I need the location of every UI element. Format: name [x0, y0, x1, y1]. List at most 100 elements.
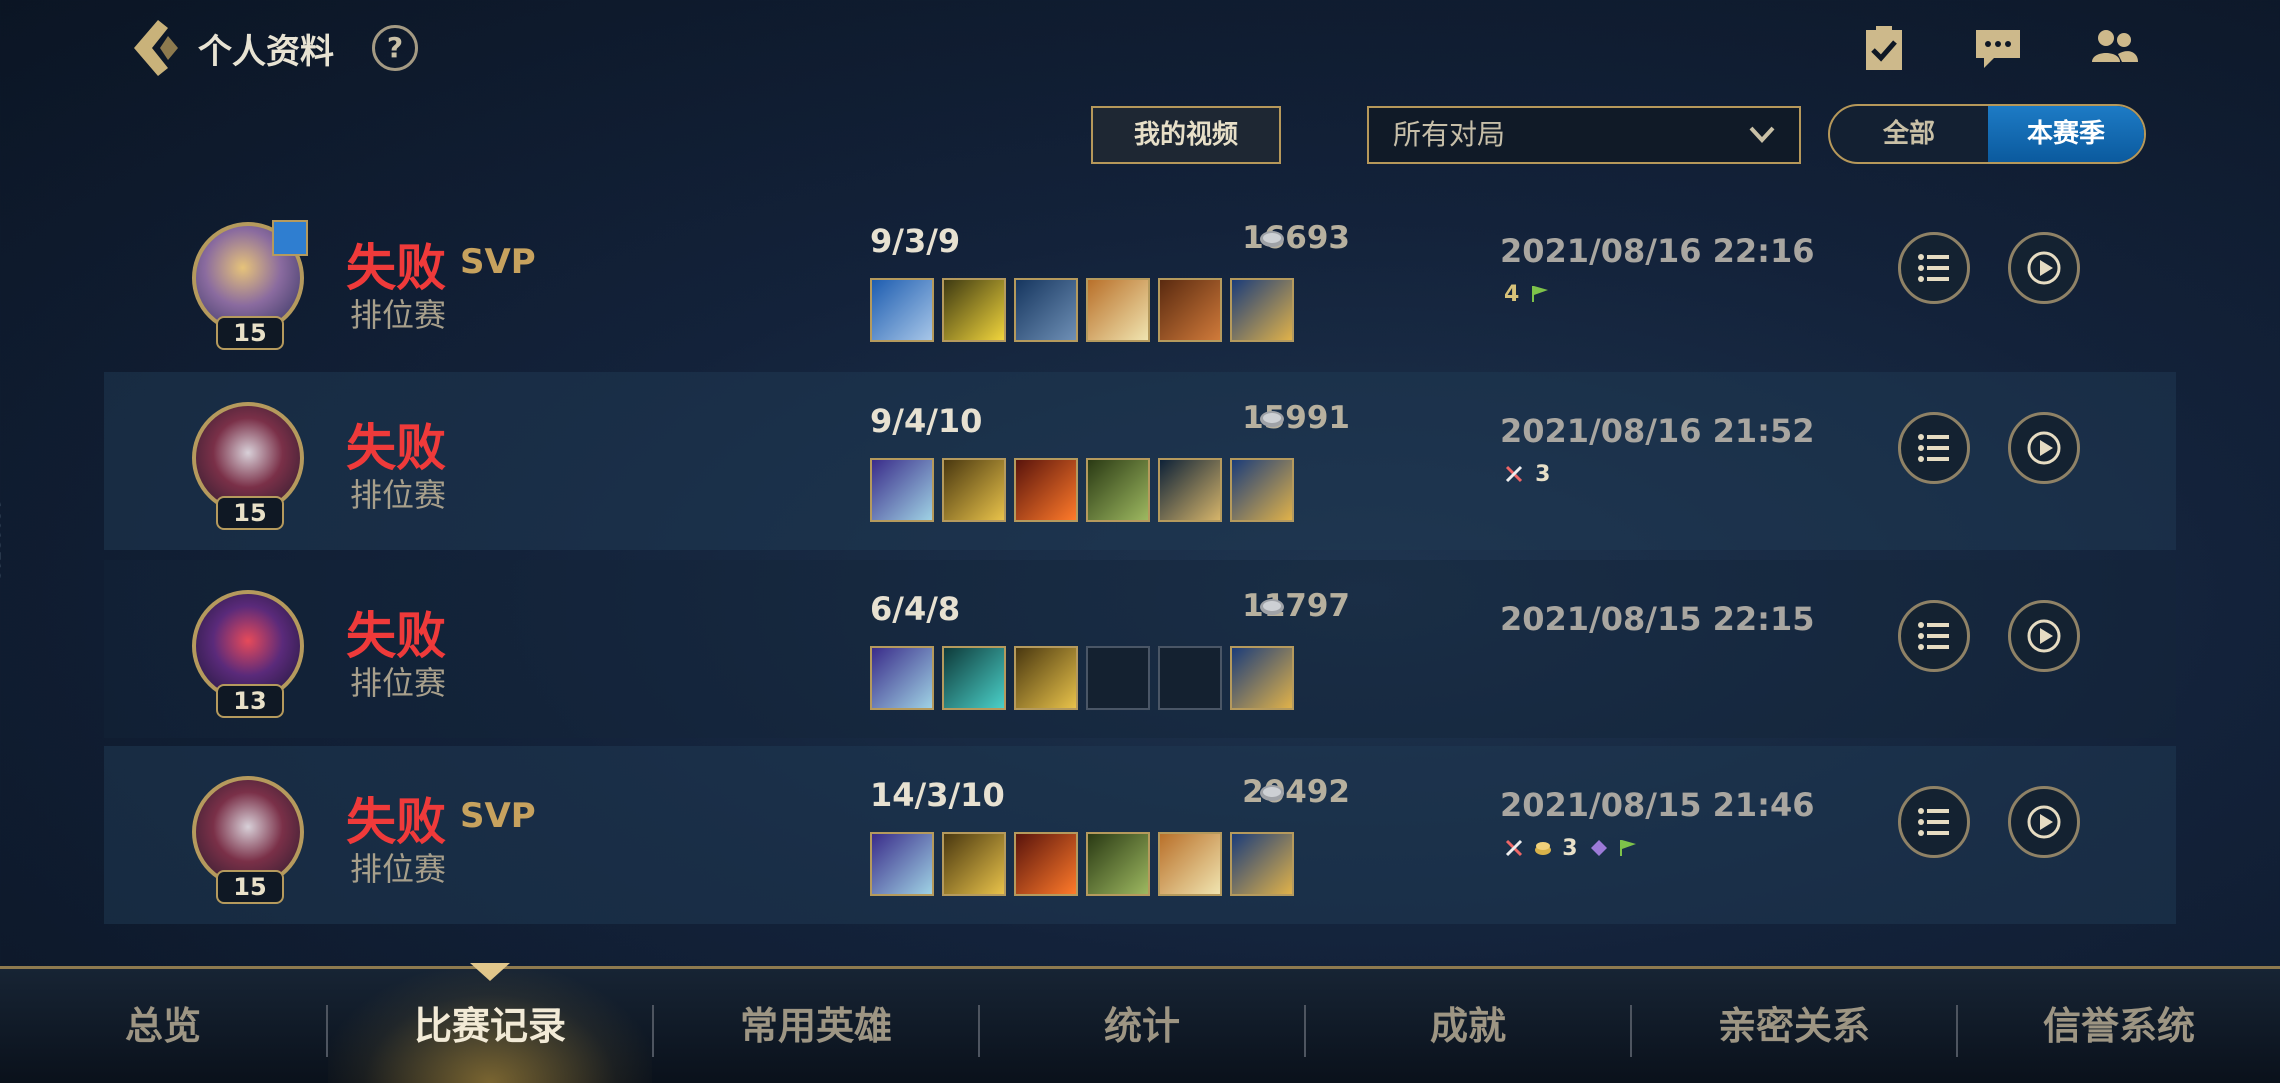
item-icon — [1230, 832, 1294, 896]
match-date: 2021/08/15 22:15 — [1500, 600, 1815, 638]
friends-icon[interactable] — [2088, 24, 2140, 72]
tab-match-history[interactable]: 比赛记录 — [328, 969, 652, 1083]
item-icon — [870, 832, 934, 896]
match-mode: 排位赛 — [350, 664, 447, 702]
svp-badge: SVP — [460, 796, 536, 836]
match-replay-button[interactable] — [2008, 412, 2080, 484]
match-detail-button[interactable] — [1898, 600, 1970, 672]
replay-icon — [2027, 251, 2061, 285]
match-filter-value: 所有对局 — [1393, 118, 1506, 151]
hero-level: 13 — [216, 684, 284, 718]
tab-credit-system[interactable]: 信誉系统 — [1958, 969, 2280, 1083]
match-row[interactable]: 15 失败 SVP 排位赛 14/3/10 20492 2021/08/15 2… — [104, 746, 2176, 924]
hero-level: 15 — [216, 316, 284, 350]
gold-medal-icon — [1535, 842, 1552, 855]
hero-level: 15 — [216, 870, 284, 904]
match-replay-button[interactable] — [2008, 232, 2080, 304]
flag-medal-icon — [1619, 840, 1636, 856]
match-replay-button[interactable] — [2008, 600, 2080, 672]
item-icon — [1158, 832, 1222, 896]
top-bar: 个人资料 ? 我的视频 所有对局 全部 本赛季 — [0, 0, 2280, 164]
toggle-all[interactable]: 全部 — [1830, 106, 1988, 162]
chevron-down-icon — [1749, 126, 1775, 143]
item-icon — [942, 458, 1006, 522]
gold-coin-icon — [1260, 231, 1284, 247]
kda: 14/3/10 — [870, 776, 1005, 814]
match-date: 2021/08/16 21:52 — [1500, 412, 1815, 450]
bottom-tabbar: 总览 比赛记录 常用英雄 统计 成就 亲密关系 信誉系统 — [0, 963, 2280, 1083]
item-icon — [942, 832, 1006, 896]
tab-intimacy[interactable]: 亲密关系 — [1632, 969, 1956, 1083]
match-detail-button[interactable] — [1898, 232, 1970, 304]
item-icon — [1230, 278, 1294, 342]
gold-coin-icon — [1260, 411, 1284, 427]
match-mode: 排位赛 — [350, 850, 447, 888]
kda: 9/4/10 — [870, 402, 983, 440]
crossed-swords-medal-icon — [1505, 839, 1523, 857]
match-row[interactable]: 15 失败 排位赛 9/4/10 15991 2021/08/16 21:52 … — [104, 372, 2176, 550]
tab-stats[interactable]: 统计 — [980, 969, 1304, 1083]
medals: 3 — [1504, 462, 1551, 487]
my-videos-button[interactable]: 我的视频 — [1091, 106, 1281, 164]
item-icon — [870, 278, 934, 342]
medals: 3 — [1504, 836, 1638, 861]
item-icon — [1158, 458, 1222, 522]
replay-icon — [2027, 619, 2061, 653]
item-icon — [1086, 832, 1150, 896]
item-icon — [1158, 278, 1222, 342]
side-id-text: 16013712 — [0, 500, 4, 582]
medal-count: 3 — [1535, 462, 1551, 487]
list-detail-icon — [1918, 622, 1949, 650]
match-date: 2021/08/16 22:16 — [1500, 232, 1815, 270]
item-icon — [1086, 278, 1150, 342]
match-detail-button[interactable] — [1898, 412, 1970, 484]
medals: 4 — [1504, 282, 1550, 307]
gold-coin-icon — [1260, 785, 1284, 801]
list-detail-icon — [1918, 254, 1949, 282]
list-detail-icon — [1918, 808, 1949, 836]
page-title: 个人资料 — [198, 32, 334, 72]
crossed-swords-medal-icon — [1505, 465, 1523, 483]
svp-badge: SVP — [460, 242, 536, 282]
match-mode: 排位赛 — [350, 476, 447, 514]
match-detail-button[interactable] — [1898, 786, 1970, 858]
empty-item-slot — [1086, 646, 1150, 710]
help-icon[interactable]: ? — [372, 25, 418, 71]
medal-count: 4 — [1504, 282, 1520, 307]
item-icon — [1014, 832, 1078, 896]
flag-medal-icon — [1532, 286, 1549, 302]
item-icon — [1230, 646, 1294, 710]
item-icon — [1014, 646, 1078, 710]
gold-coin-icon — [1260, 599, 1284, 615]
match-row[interactable]: 15 失败 SVP 排位赛 9/3/9 16693 2021/08/16 22:… — [104, 192, 2176, 370]
match-row[interactable]: 13 失败 排位赛 6/4/8 11797 2021/08/15 22:15 — [104, 560, 2176, 738]
item-icon — [870, 646, 934, 710]
item-icon — [1014, 278, 1078, 342]
match-filter-select[interactable]: 所有对局 — [1367, 106, 1801, 164]
back-arrow-icon[interactable] — [128, 18, 184, 78]
gem-medal-icon — [1590, 840, 1607, 856]
tab-common-heroes[interactable]: 常用英雄 — [654, 969, 978, 1083]
replay-icon — [2027, 431, 2061, 465]
item-icon — [1014, 458, 1078, 522]
kda: 6/4/8 — [870, 590, 961, 628]
medal-count: 3 — [1562, 836, 1578, 861]
match-mode: 排位赛 — [350, 296, 447, 334]
match-date: 2021/08/15 21:46 — [1500, 786, 1815, 824]
list-detail-icon — [1918, 434, 1949, 462]
item-icon — [870, 458, 934, 522]
item-icon — [942, 278, 1006, 342]
hero-level: 15 — [216, 496, 284, 530]
match-replay-button[interactable] — [2008, 786, 2080, 858]
kda: 9/3/9 — [870, 222, 961, 260]
replay-icon — [2027, 805, 2061, 839]
team-badge-icon — [272, 220, 308, 256]
tab-overview[interactable]: 总览 — [0, 969, 326, 1083]
item-icon — [942, 646, 1006, 710]
season-toggle: 全部 本赛季 — [1828, 104, 2146, 164]
empty-item-slot — [1158, 646, 1222, 710]
tab-achievements[interactable]: 成就 — [1306, 969, 1630, 1083]
task-check-icon[interactable] — [1858, 24, 1910, 72]
chat-icon[interactable] — [1972, 24, 2024, 72]
toggle-this-season[interactable]: 本赛季 — [1988, 106, 2144, 162]
